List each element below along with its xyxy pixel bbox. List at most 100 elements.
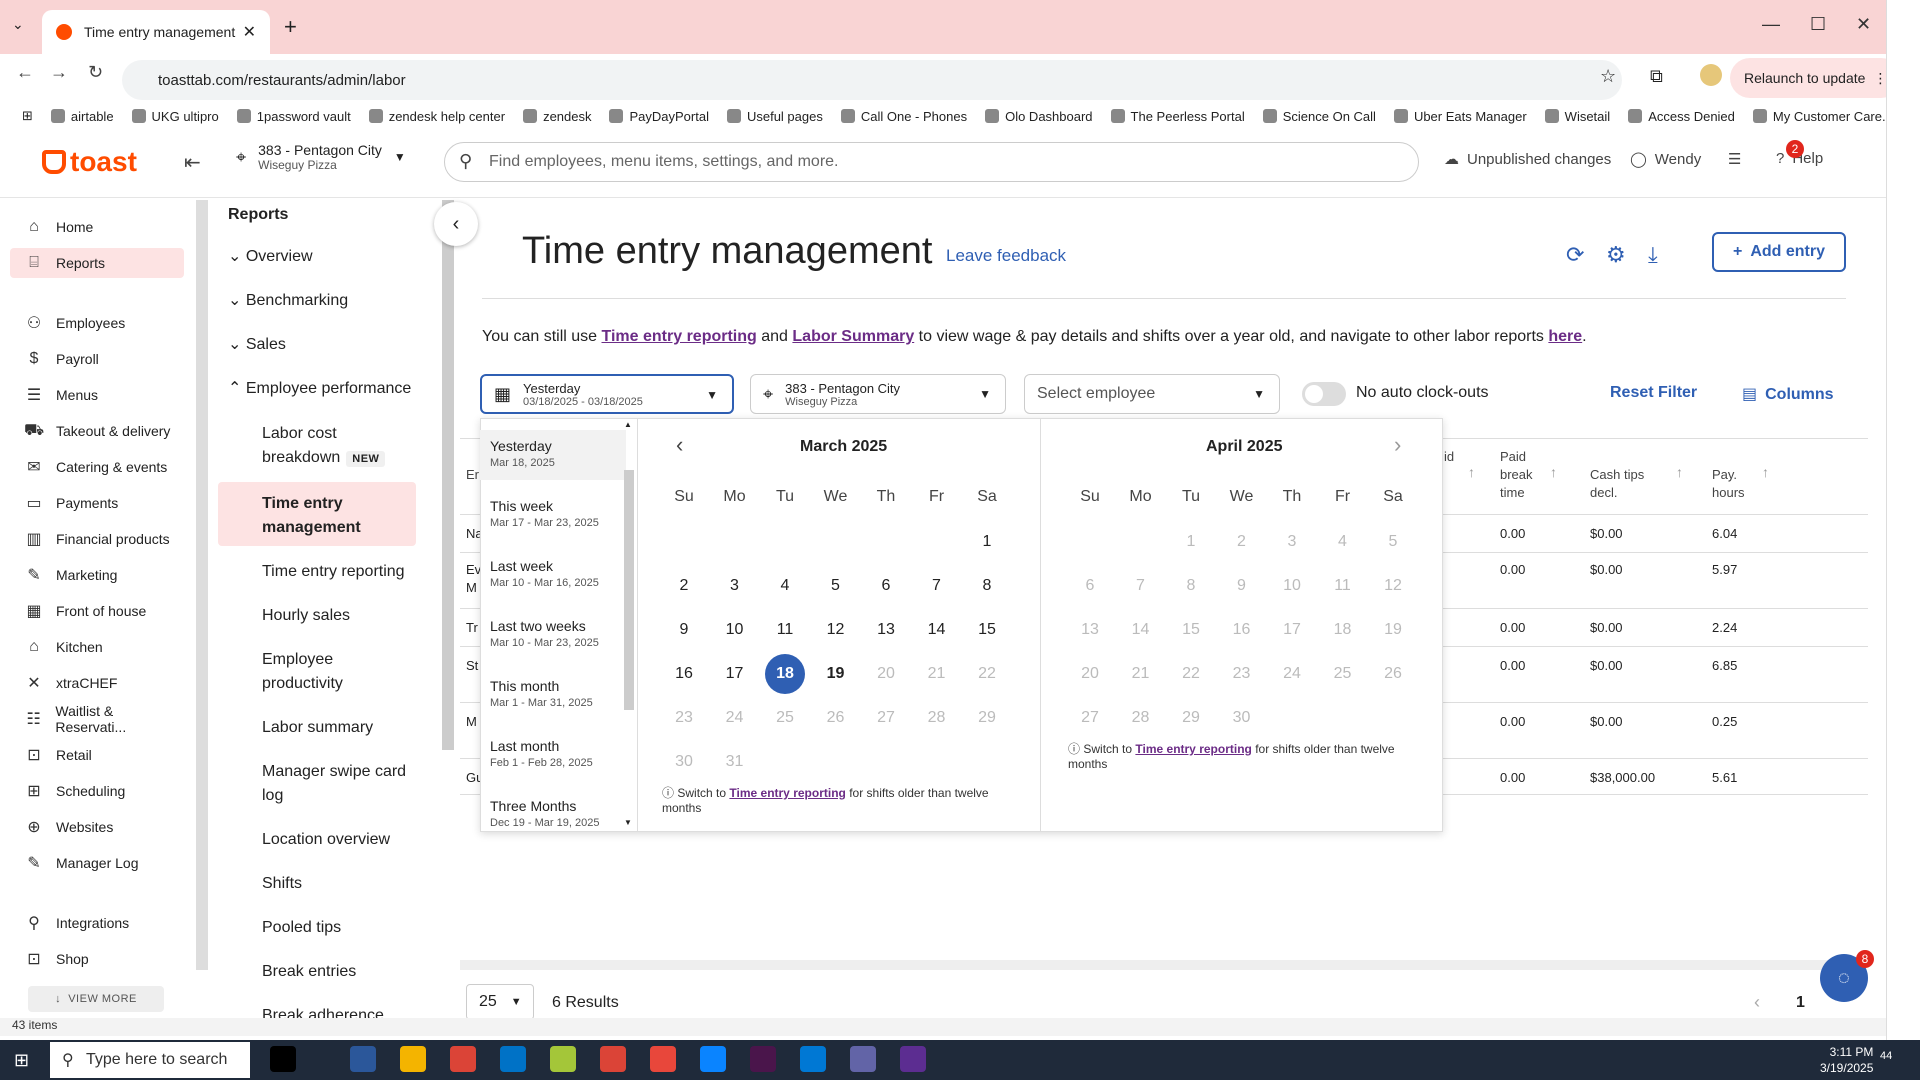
bookmark-item[interactable]: Science On Call [1262, 109, 1376, 124]
calendar-day[interactable]: 29 [967, 698, 1007, 738]
subnav-item-pooled-tips[interactable]: Pooled tips [262, 916, 412, 940]
chrome-icon[interactable] [450, 1046, 476, 1072]
calendar-day[interactable]: 27 [1070, 698, 1110, 738]
sidebar-item-menus[interactable]: ☰ Menus [22, 380, 184, 410]
calendar-day[interactable]: 7 [1121, 566, 1161, 606]
subnav-group-employee-performance[interactable]: ⌃ Employee performance [228, 378, 411, 398]
bookmark-item[interactable]: Access Denied [1628, 109, 1735, 124]
taskbar-clock[interactable]: 3:11 PM 3/19/2025 [1820, 1044, 1873, 1076]
maximize-icon[interactable]: ☐ [1810, 14, 1826, 35]
red-app-icon[interactable] [650, 1046, 676, 1072]
calendar-day[interactable]: 24 [715, 698, 755, 738]
date-preset-item[interactable]: Yesterday Mar 18, 2025 [480, 430, 626, 480]
calendar-day[interactable]: 1 [967, 522, 1007, 562]
view-more-button[interactable]: ↓ VIEW MORE [28, 986, 164, 1012]
sidebar-item-home[interactable]: ⌂ Home [22, 212, 184, 242]
sidebar-item-payments[interactable]: ▭ Payments [22, 488, 184, 518]
bookmark-item[interactable]: Useful pages [726, 109, 823, 124]
table-header[interactable]: Pay. hours [1712, 466, 1768, 502]
calendar-day[interactable]: 28 [917, 698, 957, 738]
location-filter[interactable]: ⌖ 383 - Pentagon City Wiseguy Pizza ▼ [750, 374, 1006, 414]
bookmark-item[interactable]: Wisetail [1544, 109, 1610, 124]
minimize-icon[interactable]: — [1762, 14, 1780, 35]
bookmark-item[interactable]: UKG ultipro [131, 109, 219, 124]
reset-filter-button[interactable]: Reset Filter [1610, 384, 1697, 402]
sidebar-item-takeout-delivery[interactable]: ⛟ Takeout & delivery [22, 416, 184, 446]
sidebar-item-integrations[interactable]: ⚲ Integrations [22, 908, 184, 938]
calendar-day[interactable]: 1 [1171, 522, 1211, 562]
calendar-day[interactable]: 19 [816, 654, 856, 694]
date-preset-item[interactable]: Three Months Dec 19 - Mar 19, 2025 [480, 790, 626, 832]
calendar-day[interactable]: 5 [816, 566, 856, 606]
calendar-day[interactable]: 10 [715, 610, 755, 650]
calendar-day[interactable]: 3 [1272, 522, 1312, 562]
calendar-day[interactable]: 19 [1373, 610, 1413, 650]
prev-page-icon[interactable]: ‹ [1754, 992, 1760, 1013]
calendar-day[interactable]: 26 [1373, 654, 1413, 694]
profile-avatar[interactable] [1700, 64, 1722, 86]
subnav-item-time-entry-reporting[interactable]: Time entry reporting [262, 560, 412, 584]
app-icon[interactable] [900, 1046, 926, 1072]
reload-icon[interactable]: ↻ [88, 62, 103, 83]
bookmark-item[interactable]: PayDayPortal [609, 109, 709, 124]
calendar-day[interactable]: 7 [917, 566, 957, 606]
calendar-day[interactable]: 8 [1171, 566, 1211, 606]
sidebar-item-payroll[interactable]: $ Payroll [22, 344, 184, 374]
next-month-icon[interactable]: › [1394, 432, 1401, 458]
calendar-day[interactable]: 28 [1121, 698, 1161, 738]
time-entry-reporting-link[interactable]: Time entry reporting [602, 328, 757, 345]
sort-icon[interactable]: ↑ [1762, 464, 1769, 480]
calendar-day[interactable]: 11 [765, 610, 805, 650]
subnav-item-time-entry-management[interactable]: Time entry management [262, 492, 412, 540]
relaunch-button[interactable]: Relaunch to update ⋮ [1730, 58, 1902, 98]
subnav-item-labor-cost-breakdown[interactable]: Labor cost breakdown NEW [262, 422, 412, 471]
bookmark-item[interactable]: The Peerless Portal [1110, 109, 1245, 124]
browser-tab[interactable]: Time entry management ✕ [42, 10, 270, 54]
sidebar-item-employees[interactable]: ⚇ Employees [22, 308, 184, 338]
calendar-day[interactable]: 23 [664, 698, 704, 738]
edge-icon[interactable] [700, 1046, 726, 1072]
teams-app-icon[interactable] [270, 1046, 296, 1072]
sort-icon[interactable]: ↑ [1676, 464, 1683, 480]
subnav-item-hourly-sales[interactable]: Hourly sales [262, 604, 412, 628]
calendar-day[interactable]: 27 [866, 698, 906, 738]
calendar-day[interactable]: 6 [1070, 566, 1110, 606]
presets-scrollbar[interactable] [624, 470, 634, 710]
calendar-day[interactable]: 16 [664, 654, 704, 694]
per-page-select[interactable]: 25 ▼ [466, 984, 534, 1020]
date-preset-item[interactable]: Last month Feb 1 - Feb 28, 2025 [480, 730, 626, 780]
taskbar-search[interactable]: ⚲ Type here to search [50, 1042, 250, 1078]
note-time-entry-link[interactable]: Time entry reporting [729, 786, 845, 800]
calendar-day[interactable]: 21 [1121, 654, 1161, 694]
calendar-day[interactable]: 13 [1070, 610, 1110, 650]
subnav-item-manager-swipe-card-log[interactable]: Manager swipe card log [262, 760, 412, 808]
bookmark-item[interactable]: Olo Dashboard [985, 109, 1093, 124]
snipping-icon[interactable] [550, 1046, 576, 1072]
columns-button[interactable]: ▤ Columns [1742, 384, 1834, 404]
unpublished-changes[interactable]: ☁ Unpublished changes [1444, 150, 1611, 169]
calendar-day[interactable]: 9 [664, 610, 704, 650]
calendar-day[interactable]: 4 [765, 566, 805, 606]
sort-icon[interactable]: ↑ [1550, 464, 1557, 480]
calendar-day[interactable]: 23 [1222, 654, 1262, 694]
calendar-day[interactable]: 11 [1323, 566, 1363, 606]
calendar-day[interactable]: 2 [1222, 522, 1262, 562]
calendar-day[interactable]: 3 [715, 566, 755, 606]
calendar-day[interactable]: 31 [715, 742, 755, 782]
bookmark-item[interactable]: zendesk help center [368, 109, 505, 124]
auto-clockout-toggle[interactable] [1302, 382, 1346, 406]
bookmark-item[interactable]: My Customer Care... [1752, 109, 1893, 124]
leftnav-scrollbar[interactable] [196, 200, 208, 970]
user-menu[interactable]: ◯ Wendy [1630, 150, 1701, 169]
teams-icon[interactable] [850, 1046, 876, 1072]
calendar-day[interactable]: 25 [1323, 654, 1363, 694]
calendar-day[interactable]: 5 [1373, 522, 1413, 562]
sidebar-item-retail[interactable]: ⊡ Retail [22, 740, 184, 770]
toast-logo[interactable]: toast [42, 146, 137, 178]
calendar-day[interactable]: 2 [664, 566, 704, 606]
windows-start-icon[interactable]: ⊞ [14, 1050, 29, 1071]
calendar-day[interactable]: 26 [816, 698, 856, 738]
calendar-day[interactable]: 12 [816, 610, 856, 650]
close-window-icon[interactable]: ✕ [1856, 14, 1871, 35]
calendar-day[interactable]: 24 [1272, 654, 1312, 694]
